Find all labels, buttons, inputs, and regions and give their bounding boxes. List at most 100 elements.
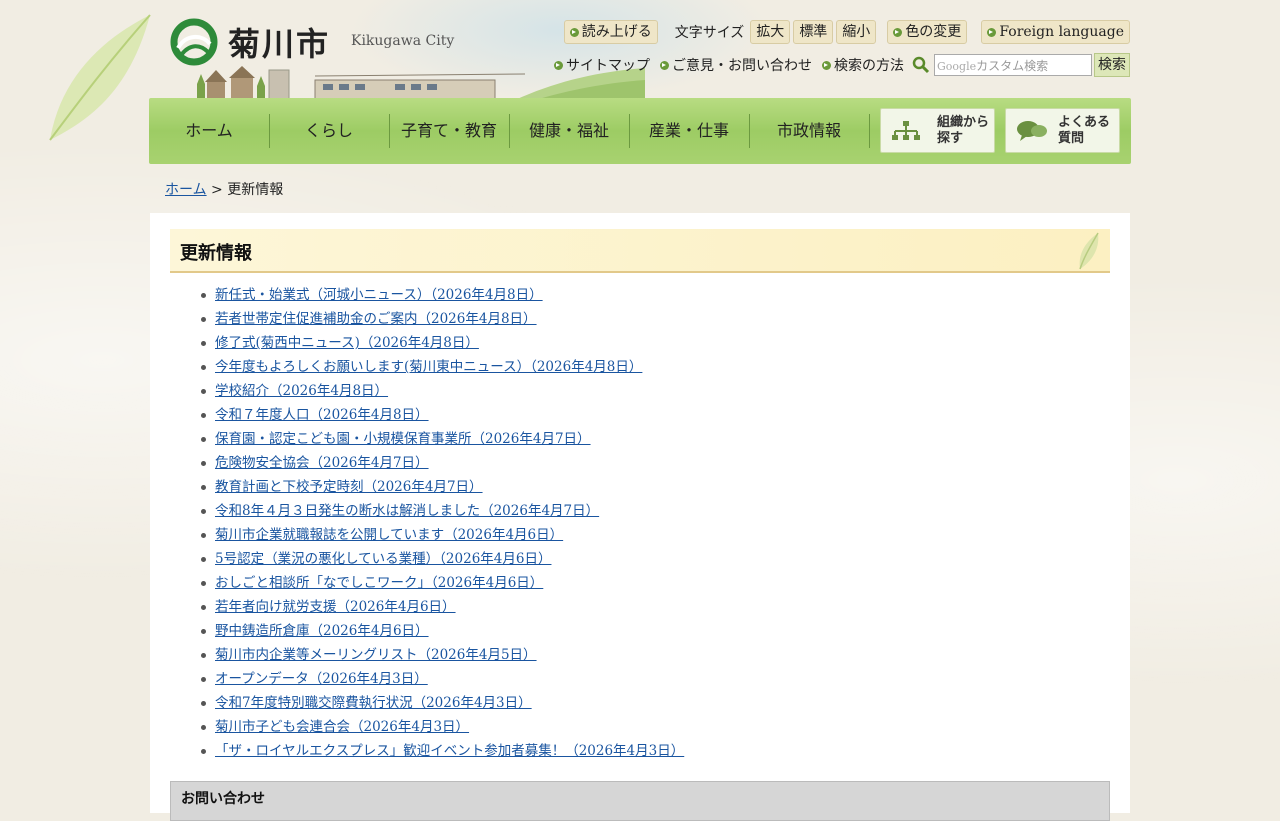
font-reduce-button[interactable]: 縮小 — [836, 20, 877, 44]
update-link[interactable]: 令和7年度特別職交際費執行状況（2026年4月3日） — [215, 695, 532, 711]
sitemap-link[interactable]: サイトマップ — [554, 55, 650, 75]
nav-childcare-education[interactable]: 子育て・教育 — [389, 114, 509, 148]
update-link[interactable]: 「ザ・ロイヤルエクスプレス」歓迎イベント参加者募集！（2026年4月3日） — [215, 743, 684, 759]
list-item: 菊川市内企業等メーリングリスト（2026年4月5日） — [198, 643, 684, 667]
arrow-bullet-icon — [554, 60, 563, 70]
color-change-label: 色の変更 — [905, 24, 962, 40]
update-link[interactable]: 若年者向け就労支援（2026年4月6日） — [215, 599, 456, 615]
nav-divider — [869, 114, 870, 148]
search-method-label: 検索の方法 — [834, 58, 904, 74]
breadcrumb-current: 更新情報 — [227, 182, 284, 198]
font-size-label: 文字サイズ — [674, 25, 745, 41]
update-link[interactable]: 保育園・認定こども園・小規模保育事業所（2026年4月7日） — [215, 431, 591, 447]
font-standard-button[interactable]: 標準 — [793, 20, 834, 44]
org-search-line1: 組織から — [937, 114, 990, 130]
update-link[interactable]: 若者世帯定住促進補助金のご案内（2026年4月8日） — [215, 311, 537, 327]
arrow-bullet-icon — [569, 27, 579, 37]
google-brand: Google — [937, 60, 977, 73]
speech-bubble-icon — [1017, 120, 1047, 141]
org-chart-icon — [892, 120, 920, 140]
list-item: 菊川市企業就職報誌を公開しています（2026年4月6日） — [198, 523, 684, 547]
utility-bar: 読み上げる 文字サイズ 拡大 標準 縮小 色の変更 Foreign langua… — [563, 20, 1130, 44]
list-item: 保育園・認定こども園・小規模保育事業所（2026年4月7日） — [198, 427, 684, 451]
faq-button[interactable]: よくある 質問 — [1005, 108, 1120, 153]
breadcrumb: ホーム > 更新情報 — [165, 179, 283, 199]
inquiry-section: お問い合わせ — [170, 781, 1110, 821]
update-link[interactable]: 令和8年４月３日発生の断水は解消しました（2026年4月7日） — [215, 503, 599, 519]
breadcrumb-home-link[interactable]: ホーム — [165, 182, 207, 198]
update-link[interactable]: 今年度もよろしくお願いします(菊川東中ニュース）（2026年4月8日） — [215, 359, 642, 375]
logo-text: 菊川市 — [228, 25, 331, 63]
update-link[interactable]: 危険物安全協会（2026年4月7日） — [215, 455, 429, 471]
nav-home[interactable]: ホーム — [149, 114, 269, 148]
font-enlarge-button[interactable]: 拡大 — [750, 20, 791, 44]
list-item: 若者世帯定住促進補助金のご案内（2026年4月8日） — [198, 307, 684, 331]
nav-city-info[interactable]: 市政情報 — [749, 114, 869, 148]
inquiry-title: お問い合わせ — [181, 791, 265, 807]
org-search-button[interactable]: 組織から 探す — [880, 108, 995, 153]
nav-living[interactable]: くらし — [269, 114, 389, 148]
feedback-label: ご意見・お問い合わせ — [672, 58, 812, 74]
update-link[interactable]: 学校紹介（2026年4月8日） — [215, 383, 388, 399]
site-header: 菊川市 Kikugawa City 読み上げる 文字サイズ 拡大 標準 縮小 色… — [150, 0, 1130, 100]
update-link[interactable]: 5号認定（業況の悪化している業種）（2026年4月6日） — [215, 551, 551, 567]
list-item: 今年度もよろしくお願いします(菊川東中ニュース）（2026年4月8日） — [198, 355, 684, 379]
search-input[interactable]: Googleカスタム検索 — [934, 54, 1092, 76]
search-placeholder: カスタム検索 — [976, 59, 1049, 73]
update-list: 新任式・始業式（河城小ニュース）（2026年4月8日） 若者世帯定住促進補助金のご… — [198, 283, 684, 763]
list-item: 修了式(菊西中ニュース)（2026年4月8日） — [198, 331, 684, 355]
list-item: 令和7年度特別職交際費執行状況（2026年4月3日） — [198, 691, 684, 715]
update-link[interactable]: 菊川市子ども会連合会（2026年4月3日） — [215, 719, 469, 735]
page-title: 更新情報 — [180, 243, 252, 264]
list-item: 危険物安全協会（2026年4月7日） — [198, 451, 684, 475]
update-link[interactable]: 菊川市内企業等メーリングリスト（2026年4月5日） — [215, 647, 537, 663]
update-link[interactable]: 修了式(菊西中ニュース)（2026年4月8日） — [215, 335, 479, 351]
leaf-corner-icon — [1079, 232, 1099, 270]
list-item: 令和７年度人口（2026年4月8日） — [198, 403, 684, 427]
list-item: おしごと相談所「なでしこワーク」（2026年4月6日） — [198, 571, 684, 595]
page-title-band: 更新情報 — [170, 229, 1110, 273]
list-item: 5号認定（業況の悪化している業種）（2026年4月6日） — [198, 547, 684, 571]
org-search-label: 組織から 探す — [937, 115, 989, 147]
color-change-button[interactable]: 色の変更 — [887, 20, 968, 44]
utility-links: サイトマップ ご意見・お問い合わせ 検索の方法 Googleカスタム検索 検索 — [544, 53, 1130, 77]
main-navigation: ホーム くらし 子育て・教育 健康・福祉 産業・仕事 市政情報 組織から 探す — [149, 98, 1131, 164]
update-link[interactable]: 新任式・始業式（河城小ニュース）（2026年4月8日） — [215, 287, 543, 303]
list-item: 教育計画と下校予定時刻（2026年4月7日） — [198, 475, 684, 499]
list-item: 野中鋳造所倉庫（2026年4月6日） — [198, 619, 684, 643]
site-logo[interactable]: 菊川市 — [168, 18, 330, 66]
nav-health-welfare[interactable]: 健康・福祉 — [509, 114, 629, 148]
read-aloud-button[interactable]: 読み上げる — [563, 20, 658, 44]
faq-label: よくある 質問 — [1058, 115, 1110, 147]
leaf-decoration — [49, 14, 151, 141]
breadcrumb-separator: > — [211, 182, 223, 198]
update-link[interactable]: おしごと相談所「なでしこワーク」（2026年4月6日） — [215, 575, 543, 591]
list-item: 菊川市子ども会連合会（2026年4月3日） — [198, 715, 684, 739]
faq-line2: 質問 — [1058, 130, 1085, 146]
update-link[interactable]: 令和７年度人口（2026年4月8日） — [215, 407, 429, 423]
arrow-bullet-icon — [987, 27, 997, 37]
read-aloud-label: 読み上げる — [581, 24, 652, 40]
list-item: 令和8年４月３日発生の断水は解消しました（2026年4月7日） — [198, 499, 684, 523]
search-button[interactable]: 検索 — [1094, 53, 1130, 77]
list-item: 新任式・始業式（河城小ニュース）（2026年4月8日） — [198, 283, 684, 307]
org-search-line2: 探す — [937, 130, 964, 146]
list-item: オープンデータ（2026年4月3日） — [198, 667, 684, 691]
arrow-bullet-icon — [822, 60, 831, 70]
main-content: 更新情報 新任式・始業式（河城小ニュース）（2026年4月8日） 若者世帯定住促進… — [150, 213, 1130, 821]
foreign-language-button[interactable]: Foreign language — [981, 20, 1130, 44]
update-link[interactable]: 菊川市企業就職報誌を公開しています（2026年4月6日） — [215, 527, 563, 543]
search-method-link[interactable]: 検索の方法 — [822, 55, 904, 75]
feedback-link[interactable]: ご意見・お問い合わせ — [660, 55, 812, 75]
arrow-bullet-icon — [660, 60, 669, 70]
chrysanthemum-logo-icon — [170, 18, 218, 66]
sitemap-label: サイトマップ — [566, 58, 650, 74]
foreign-language-label: Foreign language — [999, 24, 1124, 40]
list-item: 若年者向け就労支援（2026年4月6日） — [198, 595, 684, 619]
update-link[interactable]: 教育計画と下校予定時刻（2026年4月7日） — [215, 479, 483, 495]
update-link[interactable]: 野中鋳造所倉庫（2026年4月6日） — [215, 623, 429, 639]
nav-industry-work[interactable]: 産業・仕事 — [629, 114, 749, 148]
logo-english: Kikugawa City — [351, 33, 455, 49]
search-icon — [912, 56, 930, 74]
update-link[interactable]: オープンデータ（2026年4月3日） — [215, 671, 428, 687]
